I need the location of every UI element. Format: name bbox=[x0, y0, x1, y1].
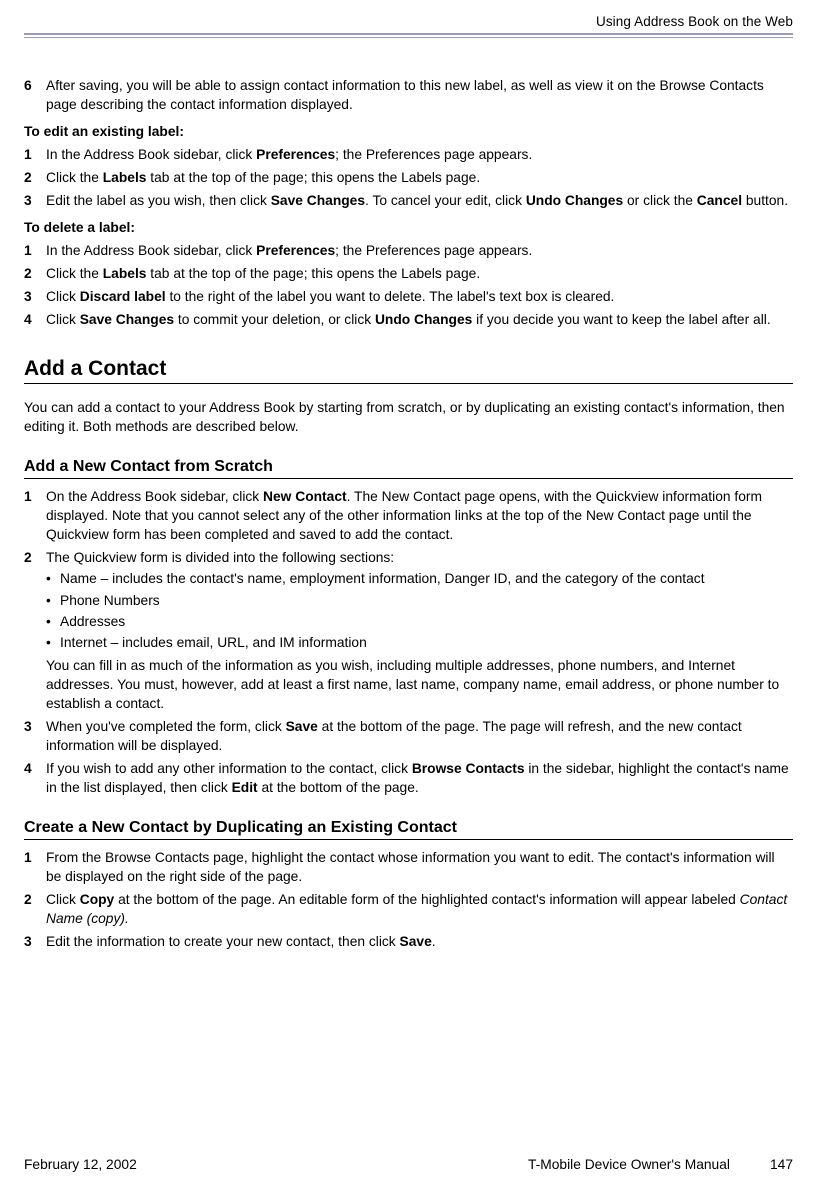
list-item: 2 The Quickview form is divided into the… bbox=[24, 548, 793, 712]
list-item: 1 From the Browse Contacts page, highlig… bbox=[24, 848, 793, 886]
list-item: 2 Click Copy at the bottom of the page. … bbox=[24, 890, 793, 928]
step-number: 2 bbox=[24, 168, 46, 187]
step-body: Click Discard label to the right of the … bbox=[46, 287, 793, 306]
bullet-list: •Name – includes the contact's name, emp… bbox=[46, 569, 793, 651]
heading-add-scratch: Add a New Contact from Scratch bbox=[24, 458, 793, 476]
step-number: 2 bbox=[24, 548, 46, 712]
list-item: 3 Click Discard label to the right of th… bbox=[24, 287, 793, 306]
step-body: Click Copy at the bottom of the page. An… bbox=[46, 890, 793, 928]
bullet-item: •Phone Numbers bbox=[46, 591, 793, 610]
step-number: 1 bbox=[24, 848, 46, 886]
step-body: Click Save Changes to commit your deleti… bbox=[46, 310, 793, 329]
step-body: If you wish to add any other information… bbox=[46, 759, 793, 797]
edit-label-steps: 1 In the Address Book sidebar, click Pre… bbox=[24, 145, 793, 210]
footer-page-number: 147 bbox=[770, 1157, 793, 1172]
step-body: In the Address Book sidebar, click Prefe… bbox=[46, 145, 793, 164]
list-item: 1 On the Address Book sidebar, click New… bbox=[24, 487, 793, 544]
running-header: Using Address Book on the Web bbox=[24, 14, 793, 33]
heading-duplicate-contact: Create a New Contact by Duplicating an E… bbox=[24, 819, 793, 837]
bullet-item: •Addresses bbox=[46, 612, 793, 631]
header-rule bbox=[24, 33, 793, 38]
bullet-item: •Name – includes the contact's name, emp… bbox=[46, 569, 793, 588]
step-body: In the Address Book sidebar, click Prefe… bbox=[46, 241, 793, 260]
step-number: 3 bbox=[24, 932, 46, 951]
step-number: 4 bbox=[24, 310, 46, 329]
step-body: Edit the information to create your new … bbox=[46, 932, 793, 951]
paragraph: You can add a contact to your Address Bo… bbox=[24, 398, 793, 436]
heading-rule bbox=[24, 839, 793, 840]
heading-edit-label: To edit an existing label: bbox=[24, 124, 793, 139]
list-item: 2 Click the Labels tab at the top of the… bbox=[24, 168, 793, 187]
step-body: After saving, you will be able to assign… bbox=[46, 76, 793, 114]
step-number: 3 bbox=[24, 287, 46, 306]
step-body: When you've completed the form, click Sa… bbox=[46, 717, 793, 755]
heading-rule bbox=[24, 383, 793, 384]
list-item: 4 Click Save Changes to commit your dele… bbox=[24, 310, 793, 329]
step-number: 3 bbox=[24, 191, 46, 210]
page-footer: February 12, 2002 T-Mobile Device Owner'… bbox=[24, 1157, 793, 1172]
step-number: 2 bbox=[24, 890, 46, 928]
duplicate-steps: 1 From the Browse Contacts page, highlig… bbox=[24, 848, 793, 951]
step-body: Click the Labels tab at the top of the p… bbox=[46, 168, 793, 187]
step-number: 6 bbox=[24, 76, 46, 114]
step-number: 2 bbox=[24, 264, 46, 283]
footer-manual-title: T-Mobile Device Owner's Manual bbox=[528, 1157, 730, 1172]
step-body: From the Browse Contacts page, highlight… bbox=[46, 848, 793, 886]
list-item: 4 If you wish to add any other informati… bbox=[24, 759, 793, 797]
footer-date: February 12, 2002 bbox=[24, 1157, 137, 1172]
list-item: 1 In the Address Book sidebar, click Pre… bbox=[24, 241, 793, 260]
heading-delete-label: To delete a label: bbox=[24, 220, 793, 235]
step-6: 6 After saving, you will be able to assi… bbox=[24, 76, 793, 114]
list-item: 3 Edit the label as you wish, then click… bbox=[24, 191, 793, 210]
list-item: 3 When you've completed the form, click … bbox=[24, 717, 793, 755]
step-body: The Quickview form is divided into the f… bbox=[46, 548, 793, 712]
step-number: 1 bbox=[24, 145, 46, 164]
heading-rule bbox=[24, 478, 793, 479]
step-body: Edit the label as you wish, then click S… bbox=[46, 191, 793, 210]
step-number: 4 bbox=[24, 759, 46, 797]
step-body: On the Address Book sidebar, click New C… bbox=[46, 487, 793, 544]
bullet-item: •Internet – includes email, URL, and IM … bbox=[46, 633, 793, 652]
list-item: 3 Edit the information to create your ne… bbox=[24, 932, 793, 951]
step-number: 1 bbox=[24, 241, 46, 260]
step-number: 1 bbox=[24, 487, 46, 544]
delete-label-steps: 1 In the Address Book sidebar, click Pre… bbox=[24, 241, 793, 329]
step-number: 3 bbox=[24, 717, 46, 755]
list-item: 2 Click the Labels tab at the top of the… bbox=[24, 264, 793, 283]
step-body: Click the Labels tab at the top of the p… bbox=[46, 264, 793, 283]
scratch-steps: 1 On the Address Book sidebar, click New… bbox=[24, 487, 793, 796]
heading-add-contact: Add a Contact bbox=[24, 357, 793, 381]
list-item: 1 In the Address Book sidebar, click Pre… bbox=[24, 145, 793, 164]
